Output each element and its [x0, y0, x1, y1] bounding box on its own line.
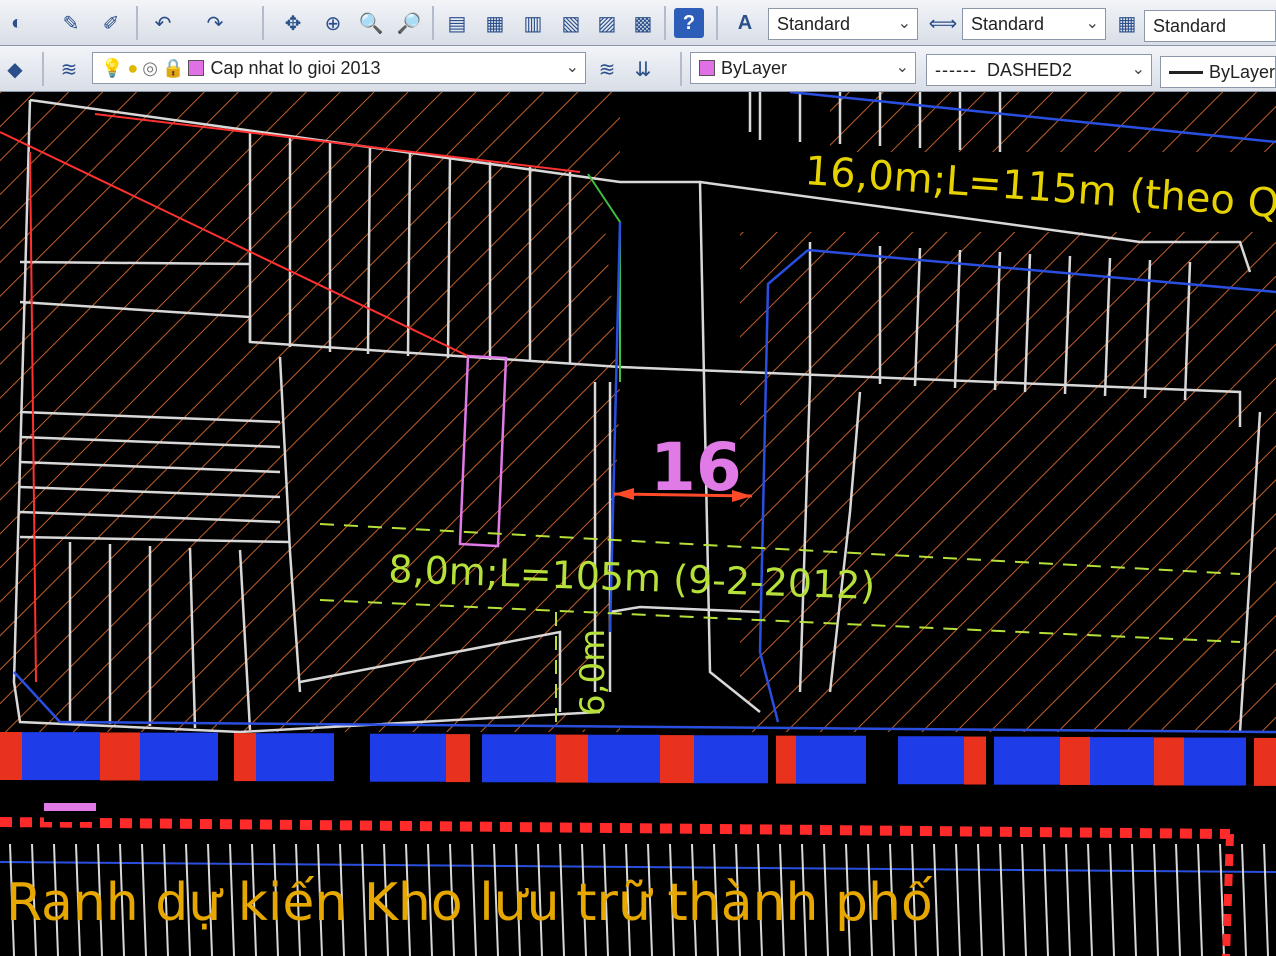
- sheet-set-icon[interactable]: ▧: [556, 8, 586, 38]
- chevron-down-icon: ⌄: [565, 59, 579, 76]
- toolbar-separator: [432, 6, 434, 40]
- lock-icon: 🔒: [162, 57, 185, 78]
- viewport-freeze-icon: ◎: [142, 57, 159, 78]
- band-segment: [776, 735, 796, 784]
- chevron-down-icon: ⌄: [1131, 61, 1145, 78]
- band-segment: [140, 732, 218, 781]
- table-style-icon: ▦: [1117, 12, 1137, 35]
- dashed-line-sample: ------: [935, 59, 977, 80]
- toolbar-separator: [716, 6, 718, 40]
- help-icon[interactable]: ?: [674, 8, 704, 38]
- band-segment: [22, 732, 100, 781]
- dimension-style-value: Standard: [971, 13, 1045, 34]
- layer-walk-icon[interactable]: ⇊: [628, 54, 658, 84]
- band-segment: [0, 732, 22, 780]
- tool-palettes-icon[interactable]: ▥: [518, 8, 548, 38]
- toolbar-separator: [136, 6, 138, 40]
- redo-icon[interactable]: ↷: [200, 8, 230, 38]
- toolbar-separator: [42, 52, 44, 86]
- match-properties-icon[interactable]: ✐: [96, 8, 126, 38]
- calculator-icon[interactable]: ▩: [628, 8, 658, 38]
- band-segment: [1184, 737, 1246, 786]
- text-style-icon: A: [737, 11, 753, 34]
- design-center-icon[interactable]: ▦: [480, 8, 510, 38]
- color-swatch: [699, 60, 715, 76]
- standard-toolbar: ◐ ✎ ✐ ↶ ↷ ✥ ⊕ 🔍 🔎 ▤ ▦ ▥ ▧ ▨ ▩ ? A Standa…: [0, 0, 1276, 46]
- text-style-value: Standard: [777, 13, 851, 34]
- chevron-down-icon: ⌄: [895, 59, 909, 76]
- band-segment: [694, 735, 768, 784]
- band-segment: [482, 734, 556, 783]
- table-style-dropdown[interactable]: Standard: [1144, 10, 1276, 42]
- lightbulb-icon: 💡: [101, 57, 124, 78]
- make-object-layer-current-icon[interactable]: ≋: [592, 54, 622, 84]
- toolbar-separator: [262, 6, 264, 40]
- band-segment: [556, 734, 588, 783]
- layers-properties-toolbar: ◆ ≋ 💡 ● ◎ 🔒 Cap nhat lo gioi 2013 ⌄ ≋ ⇊ …: [0, 46, 1276, 92]
- band-segment: [964, 736, 986, 785]
- zoom-window-icon[interactable]: 🔍: [356, 8, 386, 38]
- markup-icon[interactable]: ▨: [592, 8, 622, 38]
- boundary-label-bottom: Ranh dự kiến Kho lưu trữ thành phố: [6, 873, 933, 933]
- lineweight-dropdown[interactable]: ByLayer: [1160, 56, 1276, 88]
- toolbar-separator: [664, 6, 666, 40]
- table-style-value: Standard: [1153, 15, 1227, 36]
- solid-line-sample: [1169, 70, 1203, 74]
- band-segment: [898, 736, 964, 785]
- dimension-style-dropdown[interactable]: Standard ⌄: [962, 8, 1106, 40]
- layer-color-swatch: [188, 60, 205, 76]
- color-value: ByLayer: [721, 57, 788, 78]
- pencil-icon[interactable]: ✎: [56, 8, 86, 38]
- linetype-value: DASHED2: [986, 59, 1072, 80]
- color-dropdown[interactable]: ByLayer ⌄: [690, 52, 916, 84]
- band-segment: [370, 733, 446, 782]
- chevron-down-icon: ⌄: [1085, 15, 1099, 32]
- road-width-number: 16: [650, 429, 742, 506]
- pan-icon[interactable]: ✥: [278, 8, 308, 38]
- band-segment: [256, 733, 334, 782]
- layer-previous-icon[interactable]: ◆: [0, 54, 30, 84]
- zoom-previous-icon[interactable]: 🔎: [394, 8, 424, 38]
- text-style-dropdown[interactable]: Standard ⌄: [768, 8, 918, 40]
- layer-dropdown[interactable]: 💡 ● ◎ 🔒 Cap nhat lo gioi 2013 ⌄: [92, 52, 586, 84]
- layer-name: Cap nhat lo gioi 2013: [210, 57, 381, 78]
- chevron-down-icon: ⌄: [897, 15, 911, 32]
- band-segment: [234, 733, 256, 782]
- dimension-style-icon: ⟺: [928, 12, 958, 35]
- undo-icon[interactable]: ↶: [148, 8, 178, 38]
- paint-icon[interactable]: ◐: [2, 8, 32, 38]
- red-blue-boundary-band: [0, 732, 1276, 786]
- band-segment: [1154, 737, 1184, 786]
- sun-icon: ●: [127, 57, 139, 78]
- band-segment: [100, 732, 140, 781]
- band-segment: [1254, 737, 1276, 786]
- band-segment: [994, 736, 1060, 785]
- band-segment: [588, 734, 660, 783]
- road-label-vertical: 6,0m: [573, 629, 613, 716]
- band-segment: [660, 735, 694, 784]
- linetype-dropdown[interactable]: ------ DASHED2 ⌄: [926, 54, 1152, 86]
- zoom-realtime-icon[interactable]: ⊕: [318, 8, 348, 38]
- layer-manager-icon[interactable]: ≋: [54, 54, 84, 84]
- band-segment: [1060, 736, 1090, 785]
- band-segment: [446, 734, 470, 783]
- toolbar-separator: [680, 52, 682, 86]
- band-segment: [796, 735, 866, 784]
- drawing-canvas[interactable]: 16,0m;L=115m (theo QHC 8,0m;L=105m (9-2-…: [0, 92, 1276, 956]
- properties-icon[interactable]: ▤: [442, 8, 472, 38]
- lineweight-value: ByLayer: [1208, 61, 1275, 82]
- band-segment: [1090, 737, 1154, 786]
